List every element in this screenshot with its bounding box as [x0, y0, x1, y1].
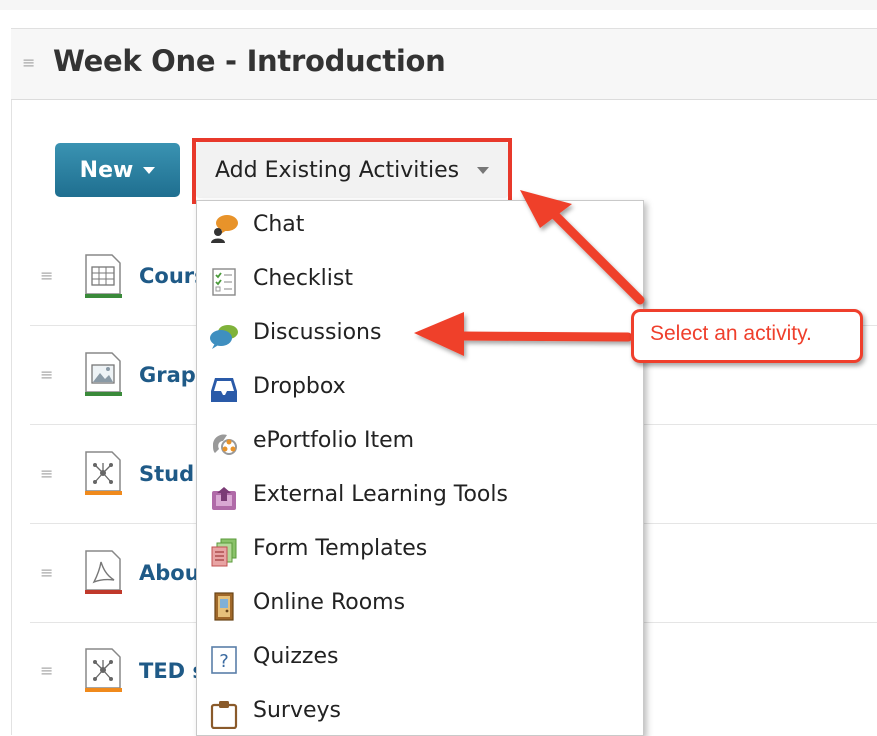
annotation-callout: Select an activity.	[631, 309, 863, 363]
arrow-to-discussions	[414, 312, 633, 356]
annotation-arrows	[414, 190, 645, 356]
arrow-to-button	[520, 190, 645, 305]
